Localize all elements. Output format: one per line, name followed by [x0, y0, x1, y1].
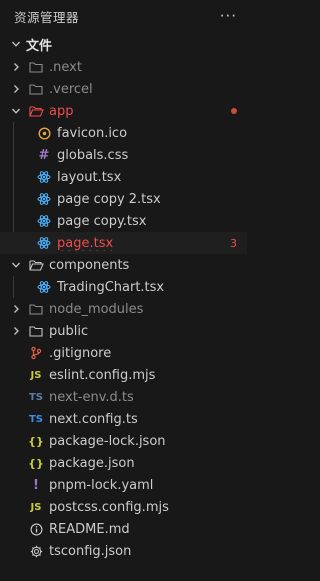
tree-item-label: page copy 2.tsx: [57, 191, 161, 207]
css-hash-icon: #: [38, 147, 50, 163]
react-icon: [36, 191, 52, 207]
tree-item-page-copy[interactable]: page copy.tsx: [0, 210, 247, 232]
tree-item-label: package-lock.json: [49, 433, 166, 449]
ts-icon: TS: [28, 391, 44, 403]
js-icon: JS: [30, 501, 42, 513]
tree-item-label: node_modules: [49, 301, 144, 317]
tree-item-readme[interactable]: README.md: [0, 518, 247, 540]
favicon-icon: [36, 125, 52, 141]
tree-item-vercel[interactable]: .vercel: [0, 78, 247, 100]
tree-item-label: tsconfig.json: [49, 543, 132, 559]
git-icon: [28, 345, 44, 361]
problem-count-badge: 3: [230, 236, 237, 250]
chevron-down-icon: [8, 257, 24, 273]
tree-item-postcss-config[interactable]: JS postcss.config.mjs: [0, 496, 247, 518]
tree-item-page[interactable]: page.tsx 3: [0, 232, 247, 254]
gear-icon: [28, 543, 44, 559]
tree-item-label: README.md: [49, 521, 130, 537]
tree-item-package-lock[interactable]: {} package-lock.json: [0, 430, 247, 452]
folder-icon: [28, 81, 44, 97]
tree-item-label: next.config.ts: [49, 411, 138, 427]
tree-item-package-json[interactable]: {} package.json: [0, 452, 247, 474]
tree-item-label: .gitignore: [49, 345, 112, 361]
tree-item-label: globals.css: [57, 147, 129, 163]
tree-item-label: page copy.tsx: [57, 213, 147, 229]
tree-item-label: app: [49, 103, 74, 119]
json-braces-icon: {}: [28, 456, 44, 470]
ellipsis-icon[interactable]: ···: [220, 7, 237, 25]
tree-item-label: .next: [49, 59, 82, 75]
tree-item-label: eslint.config.mjs: [49, 367, 156, 383]
folder-icon: [28, 59, 44, 75]
folder-icon: [28, 323, 44, 339]
tree-item-layout[interactable]: layout.tsx: [0, 166, 247, 188]
tree-item-label: page.tsx: [57, 236, 224, 251]
tree-item-page-copy-2[interactable]: page copy 2.tsx: [0, 188, 247, 210]
react-icon: [36, 235, 52, 251]
tree-item-next-env[interactable]: TS next-env.d.ts: [0, 386, 247, 408]
react-icon: [36, 169, 52, 185]
folder-open-icon: [28, 257, 44, 273]
tree-item-components[interactable]: components: [0, 254, 247, 276]
tree-item-public[interactable]: public: [0, 320, 247, 342]
chevron-down-icon: [8, 39, 24, 49]
react-icon: [36, 279, 52, 295]
tree-item-tradingchart[interactable]: TradingChart.tsx: [0, 276, 247, 298]
tree-item-label: components: [49, 257, 130, 273]
folder-open-icon: [28, 103, 44, 119]
react-icon: [36, 213, 52, 229]
tree-item-label: public: [49, 323, 89, 339]
tree-item-favicon[interactable]: favicon.ico: [0, 122, 247, 144]
tree-item-node-modules[interactable]: node_modules: [0, 298, 247, 320]
tree-item-label: package.json: [49, 455, 135, 471]
chevron-down-icon: [8, 103, 24, 119]
tree-item-app[interactable]: app: [0, 100, 247, 122]
explorer-title: 资源管理器: [14, 9, 80, 25]
tree-item-next[interactable]: .next: [0, 56, 247, 78]
tree-item-tsconfig[interactable]: tsconfig.json: [0, 540, 247, 562]
tree-item-label: postcss.config.mjs: [49, 499, 169, 515]
tree-item-gitignore[interactable]: .gitignore: [0, 342, 247, 364]
ts-icon: TS: [28, 413, 44, 425]
js-icon: JS: [30, 369, 42, 381]
info-icon: [28, 521, 44, 537]
tree-item-label: favicon.ico: [57, 125, 128, 141]
chevron-right-icon: [8, 81, 24, 97]
workspace-title: 文件: [26, 38, 53, 54]
file-explorer: 资源管理器 ··· 文件 .next .vercel app favicon.i…: [0, 0, 247, 581]
json-braces-icon: {}: [28, 434, 44, 448]
yaml-exclamation-icon: !: [33, 477, 39, 493]
tree-item-label: next-env.d.ts: [49, 389, 134, 405]
tree-item-pnpm-lock[interactable]: ! pnpm-lock.yaml: [0, 474, 247, 496]
tree-item-globals-css[interactable]: # globals.css: [0, 144, 247, 166]
tree-item-label: TradingChart.tsx: [57, 279, 165, 295]
tree-item-label: layout.tsx: [57, 169, 122, 185]
tree-item-eslint-config[interactable]: JS eslint.config.mjs: [0, 364, 247, 386]
chevron-right-icon: [8, 301, 24, 317]
chevron-right-icon: [8, 323, 24, 339]
explorer-header: 资源管理器 ···: [0, 0, 247, 32]
tree-item-next-config[interactable]: TS next.config.ts: [0, 408, 247, 430]
modified-dot: [231, 108, 237, 114]
folder-icon: [28, 301, 44, 317]
workspace-section-header[interactable]: 文件: [0, 32, 247, 56]
tree-item-label-text: page.tsx: [57, 235, 114, 251]
tree-item-label: .vercel: [49, 81, 93, 97]
tree-item-label: pnpm-lock.yaml: [49, 477, 154, 493]
chevron-right-icon: [8, 59, 24, 75]
file-tree: .next .vercel app favicon.ico # globals.…: [0, 56, 247, 562]
